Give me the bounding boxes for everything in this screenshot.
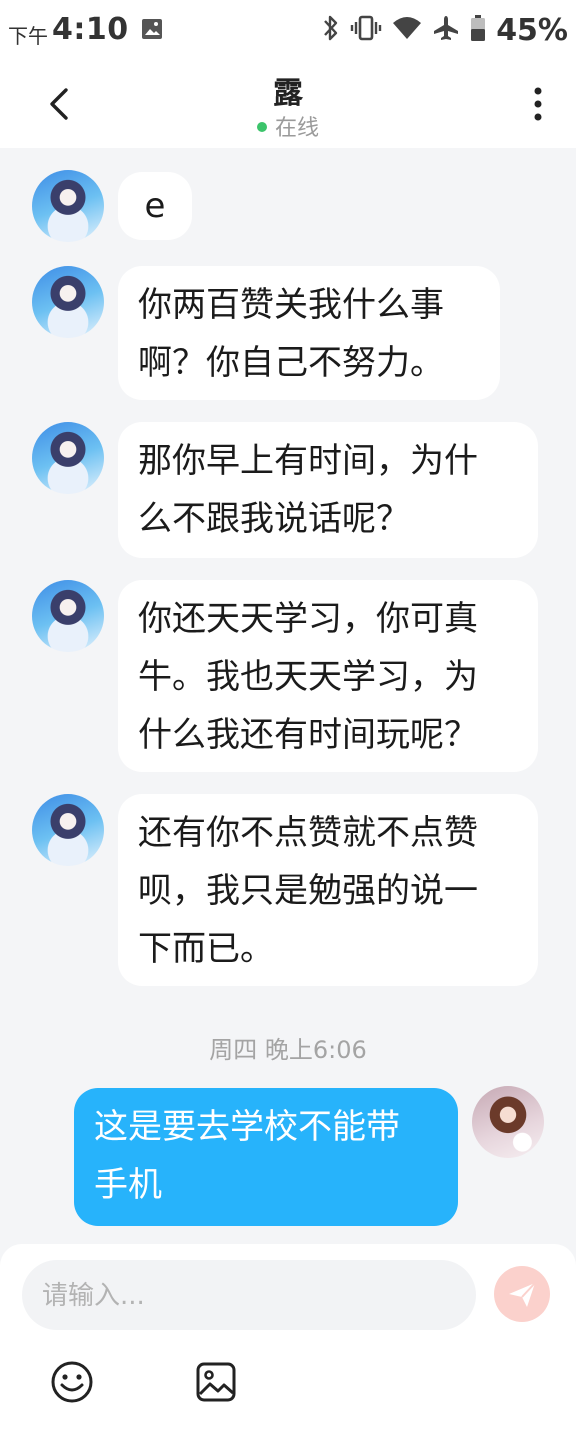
message-line: 什么我还有时间玩呢？	[138, 715, 478, 755]
online-dot-icon	[256, 122, 267, 132]
status-time-prefix: 下午	[8, 24, 48, 48]
emoji-icon	[51, 1361, 93, 1403]
vibrate-icon	[350, 14, 382, 46]
send-icon	[509, 1282, 536, 1307]
message-line: 这是要去学校不能带	[94, 1107, 400, 1147]
more-options-button[interactable]	[528, 84, 548, 124]
message-line: 呗，我只是勉强的说一	[138, 871, 478, 911]
message-line: 手机	[94, 1165, 162, 1205]
contact-avatar[interactable]	[32, 422, 104, 494]
emoji-button[interactable]	[50, 1360, 94, 1404]
message-text: e	[144, 186, 166, 226]
status-bar: 下午 4:10 45%	[0, 0, 576, 60]
image-button[interactable]	[194, 1360, 238, 1404]
send-button[interactable]	[494, 1266, 550, 1322]
photo-icon	[141, 18, 163, 44]
bluetooth-icon	[322, 14, 340, 46]
message-line: 还有你不点赞就不点赞	[138, 813, 478, 853]
input-panel	[0, 1244, 576, 1440]
battery-percent: 45%	[496, 12, 568, 48]
airplane-icon	[432, 14, 460, 46]
message-input-container[interactable]	[22, 1260, 476, 1332]
battery-icon	[470, 14, 486, 46]
message-bubble[interactable]: e	[118, 172, 192, 240]
my-avatar[interactable]	[472, 1086, 544, 1158]
message-line: 下而已。	[138, 929, 274, 969]
wifi-icon	[392, 15, 422, 45]
message-bubble[interactable]: 你两百赞关我什么事 啊？你自己不努力。	[118, 266, 500, 400]
time-separator: 周四 晚上6:06	[209, 1036, 367, 1064]
chat-header: 露 在线	[0, 60, 576, 148]
contact-avatar[interactable]	[32, 794, 104, 866]
message-line: 那你早上有时间，为什	[138, 441, 478, 481]
message-line: 么不跟我说话呢？	[138, 499, 410, 539]
message-bubble[interactable]: 那你早上有时间，为什 么不跟我说话呢？	[118, 422, 538, 558]
contact-avatar[interactable]	[32, 580, 104, 652]
contact-name: 露	[273, 76, 303, 111]
status-time: 4:10	[52, 12, 129, 47]
message-bubble[interactable]: 你还天天学习，你可真 牛。我也天天学习，为 什么我还有时间玩呢？	[118, 580, 538, 772]
message-line: 牛。我也天天学习，为	[138, 657, 478, 697]
contact-avatar[interactable]	[32, 170, 104, 242]
message-line: 啊？你自己不努力。	[138, 343, 444, 383]
message-input[interactable]	[40, 1260, 464, 1332]
message-line: 你还天天学习，你可真	[138, 599, 478, 639]
my-message-bubble[interactable]: 这是要去学校不能带 手机	[74, 1088, 458, 1226]
contact-avatar[interactable]	[32, 266, 104, 338]
message-bubble[interactable]: 还有你不点赞就不点赞 呗，我只是勉强的说一 下而已。	[118, 794, 538, 986]
more-vertical-icon	[534, 87, 542, 121]
image-icon	[196, 1362, 236, 1402]
online-status-text: 在线	[274, 116, 319, 141]
online-status: 在线	[0, 110, 576, 142]
message-line: 你两百赞关我什么事	[138, 285, 444, 325]
